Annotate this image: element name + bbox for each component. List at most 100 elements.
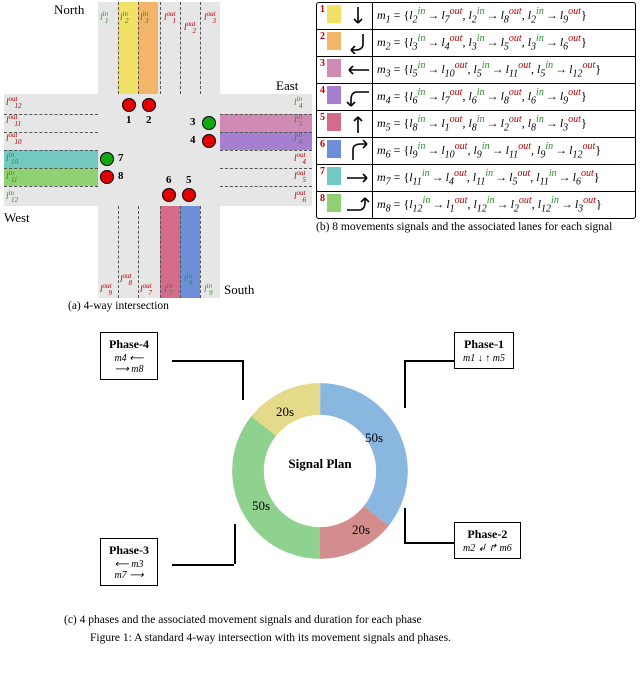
arrow-down-left-icon: [343, 32, 373, 54]
signal-3: [202, 116, 216, 130]
phase-3-box: Phase-3 ⟵ m3 m7 ⟶: [100, 538, 158, 586]
legend-key-m3: 3: [317, 57, 373, 83]
signal-7: [100, 152, 114, 166]
legend-formula-m2: m2 = {l3in→l4out, l3in→l5out, l3in→l6out…: [373, 30, 635, 56]
lane-l4in: lin4: [294, 97, 305, 107]
legend-num: 3: [320, 59, 325, 69]
legend-row-m6: 6 m6 = {l9in→l10out, l9in→l11out, l9in→l…: [317, 138, 635, 165]
caption-a: (a) 4-way intersection: [68, 300, 312, 312]
signal-4: [202, 134, 216, 148]
signal-plan: Phase-4 m4 ⟵ ⟶ m8 Phase-1 m1 ↓ ↑ m5 Phas…: [0, 312, 640, 612]
signal-num-2: 2: [146, 114, 152, 126]
lane-l10in: lin10: [6, 153, 21, 163]
lane-l4out: lout4: [294, 153, 309, 163]
lane-l9in: lin9: [204, 284, 215, 294]
legend-swatch: [327, 140, 341, 158]
legend-row-m4: 4 m4 = {l6in→l7out, l6in→l8out, l6in→l9o…: [317, 84, 635, 111]
legend-row-m1: 1 m1 = {l2in→l7out, l2in→l8out, l2in→l9o…: [317, 3, 635, 30]
phase-2-title: Phase-2: [463, 527, 512, 542]
legend-row-m3: 3 m3 = {l5in→l10out, l5in→l11out, l5in→l…: [317, 57, 635, 84]
legend-swatch: [327, 86, 341, 104]
movement-legend: 1 m1 = {l2in→l7out, l2in→l8out, l2in→l9o…: [316, 2, 636, 219]
legend-num: 6: [320, 140, 325, 150]
legend-swatch: [327, 5, 341, 23]
signal-6: [182, 188, 196, 202]
legend-formula-m7: m7 = {l11in→l4out, l11in→l5out, l11in→l6…: [373, 165, 635, 191]
legend-key-m2: 2: [317, 30, 373, 56]
phase-1-box: Phase-1 m1 ↓ ↑ m5: [454, 332, 514, 369]
phase-4-box: Phase-4 m4 ⟵ ⟶ m8: [100, 332, 158, 380]
legend-swatch: [327, 194, 341, 212]
legend-formula-m3: m3 = {l5in→l10out, l5in→l11out, l5in→l12…: [373, 57, 635, 83]
lane-l6out: lout6: [294, 191, 309, 201]
legend-num: 4: [320, 86, 325, 96]
legend-key-m4: 4: [317, 84, 373, 110]
lane-l12in: lin12: [6, 191, 21, 201]
arrow-up-icon: [343, 113, 373, 135]
lane-l7in: lin7: [164, 284, 175, 294]
lane-l1out: lout1: [164, 12, 179, 22]
legend-row-m8: 8 m8 = {l12in→l1out, l12in→l2out, l12in→…: [317, 192, 635, 218]
legend-formula-m1: m1 = {l2in→l7out, l2in→l8out, l2in→l9out…: [373, 3, 635, 29]
legend-swatch: [327, 167, 341, 185]
legend-swatch: [327, 113, 341, 131]
phase-1-title: Phase-1: [463, 337, 505, 352]
arrow-up-right-icon: [343, 140, 373, 162]
seg-20s-2: 20s: [276, 404, 294, 420]
lane-l5in: lin5: [294, 115, 305, 125]
legend-row-m7: 7 m7 = {l11in→l4out, l11in→l5out, l11in→…: [317, 165, 635, 192]
lane-l10out: lout10: [6, 133, 24, 143]
legend-num: 5: [320, 113, 325, 123]
lane-l3in: lin3: [140, 12, 151, 22]
label-north: North: [54, 2, 84, 18]
legend-key-m6: 6: [317, 138, 373, 164]
label-east: East: [276, 78, 298, 94]
signal-num-6: 6: [166, 174, 172, 186]
label-south: South: [224, 282, 254, 298]
legend-num: 7: [320, 167, 325, 177]
arrow-down-icon: [343, 5, 373, 27]
signal-num-1: 1: [126, 114, 132, 126]
figure-caption: Figure 1: A standard 4-way intersection …: [90, 632, 640, 644]
plan-center-label: Signal Plan: [285, 456, 355, 472]
legend-swatch: [327, 32, 341, 50]
lane-l11out: lout11: [6, 115, 24, 125]
arrow-right-up-icon: [343, 194, 373, 216]
legend-row-m5: 5 m5 = {l8in→l1out, l8in→l2out, l8in→l3o…: [317, 111, 635, 138]
signal-num-4: 4: [190, 134, 196, 146]
signal-num-5: 5: [186, 174, 192, 186]
legend-key-m1: 1: [317, 3, 373, 29]
lane-l12out: lout12: [6, 97, 24, 107]
legend-row-m2: 2 m2 = {l3in→l4out, l3in→l5out, l3in→l6o…: [317, 30, 635, 57]
legend-key-m7: 7: [317, 165, 373, 191]
legend-swatch: [327, 59, 341, 77]
phase-4-title: Phase-4: [109, 337, 149, 352]
signal-num-7: 7: [118, 152, 124, 164]
lane-l8out: lout8: [120, 274, 135, 284]
legend-formula-m6: m6 = {l9in→l10out, l9in→l11out, l9in→l12…: [373, 138, 635, 164]
lane-l6in: lin6: [294, 133, 305, 143]
signal-1: [122, 98, 136, 112]
lane-l5out: lout5: [294, 171, 309, 181]
legend-key-m5: 5: [317, 111, 373, 137]
caption-c: (c) 4 phases and the associated movement…: [64, 614, 640, 626]
legend-formula-m5: m5 = {l8in→l1out, l8in→l2out, l8in→l3out…: [373, 111, 635, 137]
legend-formula-m8: m8 = {l12in→l1out, l12in→l2out, l12in→l3…: [373, 192, 635, 218]
lane-l7out: lout7: [140, 284, 155, 294]
lane-l3out: lout3: [204, 12, 219, 22]
lane-l2in: lin2: [120, 12, 131, 22]
arrow-right-icon: [343, 167, 373, 189]
arrow-left-down-icon: [343, 86, 373, 108]
arrow-left-icon: [343, 59, 373, 81]
legend-num: 2: [320, 32, 325, 42]
legend-key-m8: 8: [317, 192, 373, 218]
intersection-diagram: North East West South 1 2 3 4 6 5 8 7 li…: [4, 2, 312, 298]
lane-l1in: lin1: [100, 12, 111, 22]
phase-2-box: Phase-2 m2 ↲ ↱ m6: [454, 522, 521, 559]
lane-l11in: lin11: [6, 171, 20, 181]
signal-5: [162, 188, 176, 202]
seg-20s-1: 20s: [352, 522, 370, 538]
signal-num-8: 8: [118, 170, 124, 182]
phase-3-title: Phase-3: [109, 543, 149, 558]
label-west: West: [4, 210, 30, 226]
